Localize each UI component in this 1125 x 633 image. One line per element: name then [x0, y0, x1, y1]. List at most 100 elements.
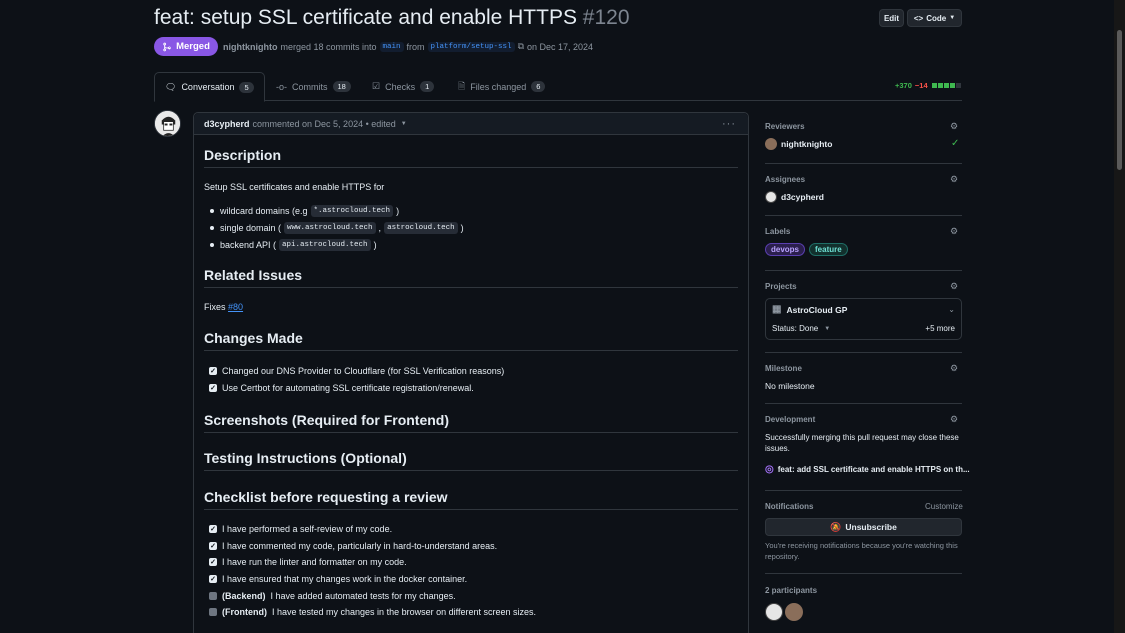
notifications-heading: Notifications [765, 502, 814, 511]
kebab-icon[interactable]: ··· [722, 118, 736, 130]
pr-title: feat: setup SSL certificate and enable H… [154, 6, 577, 29]
comment-header: d3cypherd commented on Dec 5, 2024 • edi… [194, 113, 748, 135]
divider [765, 270, 962, 271]
development-heading[interactable]: Development [765, 415, 815, 424]
checklist-item: ✓ I have ensured that my changes work in… [209, 574, 467, 584]
issue-closed-icon: ◎ [765, 464, 774, 475]
checklist-text: I have performed a self-review of my cod… [222, 524, 393, 534]
fixes-text: Fixes [204, 302, 226, 312]
tab-commits[interactable]: -o- Commits 18 [266, 72, 361, 101]
checklist-item: ✓ I have run the linter and formatter on… [209, 557, 407, 567]
checkbox-checked[interactable]: ✓ [209, 367, 217, 375]
code-span: astrocloud.tech [384, 222, 458, 234]
comment-meta[interactable]: commented on Dec 5, 2024 • edited [253, 119, 396, 129]
tab-checks[interactable]: ☑ Checks 1 [362, 72, 444, 101]
project-more[interactable]: +5 more [925, 324, 955, 333]
tab-files-changed[interactable]: 🗎 Files changed 6 [448, 72, 555, 101]
reviewer-name[interactable]: nightknighto [781, 139, 832, 149]
checkbox-checked[interactable]: ✓ [209, 558, 217, 566]
scrollbar[interactable] [1114, 0, 1125, 633]
checkbox-unchecked[interactable] [209, 608, 217, 616]
list-item-text: backend API ( [220, 240, 277, 250]
checkbox-checked[interactable]: ✓ [209, 542, 217, 550]
merge-icon [163, 42, 171, 51]
chevron-down-icon[interactable]: ▼ [401, 121, 407, 127]
copy-icon[interactable]: ⧉ [518, 41, 524, 52]
avatar-illustration [155, 111, 180, 136]
description-text: Setup SSL certificates and enable HTTPS … [204, 182, 385, 192]
code-button-label: Code [926, 13, 947, 23]
project-card: ▦ AstroCloud GP ⌄ Status: Done ▼ +5 more [765, 298, 962, 340]
tab-count: 5 [239, 81, 254, 93]
reviewers-heading[interactable]: Reviewers [765, 122, 805, 131]
divider [765, 352, 962, 353]
tab-count: 18 [332, 81, 351, 92]
additions: +370 [895, 81, 912, 90]
checklist-text: I have run the linter and formatter on m… [222, 557, 407, 567]
from-text: from [406, 41, 425, 52]
divider [765, 403, 962, 404]
checklist-text: I have commented my code, particularly i… [222, 541, 498, 551]
linked-issue[interactable]: ◎ feat: add SSL certificate and enable H… [765, 464, 970, 475]
labels-heading[interactable]: Labels [765, 227, 790, 236]
avatar[interactable] [765, 603, 783, 621]
milestone-heading[interactable]: Milestone [765, 364, 802, 373]
checklist-text: Use Certbot for automating SSL certifica… [222, 383, 474, 393]
assignee-name[interactable]: d3cypherd [781, 192, 824, 202]
base-branch[interactable]: main [379, 41, 404, 52]
project-status[interactable]: Status: Done ▼ [772, 324, 830, 333]
heading-changes-made: Changes Made [204, 330, 738, 351]
checkbox-checked[interactable]: ✓ [209, 384, 217, 392]
edit-button[interactable]: Edit [879, 9, 904, 27]
merged-by[interactable]: nightknighto [223, 42, 277, 52]
participants-list [765, 603, 803, 621]
avatar[interactable] [785, 603, 803, 621]
label-devops[interactable]: devops [765, 243, 806, 256]
gear-icon[interactable]: ⚙ [950, 414, 961, 425]
avatar[interactable] [765, 191, 777, 203]
avatar[interactable] [154, 110, 181, 137]
merge-date: on Dec 17, 2024 [527, 41, 594, 52]
files-icon: 🗎 [458, 80, 466, 91]
assignees-heading[interactable]: Assignees [765, 175, 805, 184]
checkbox-unchecked[interactable] [209, 592, 217, 600]
issue-link[interactable]: #80 [228, 302, 243, 312]
status-badge: Merged [154, 37, 218, 56]
code-button[interactable]: <> Code ▼ [907, 9, 962, 27]
unsubscribe-button[interactable]: 🔕 Unsubscribe [765, 518, 962, 536]
project-title-row[interactable]: ▦ AstroCloud GP [772, 304, 847, 315]
tab-conversation[interactable]: 🗨 Conversation 5 [154, 72, 265, 102]
linked-issue-title: feat: add SSL certificate and enable HTT… [777, 465, 970, 474]
divider [765, 490, 962, 491]
check-icon: ✓ [951, 138, 960, 149]
assignee-row: d3cypherd [765, 191, 824, 203]
scrollbar-thumb[interactable] [1117, 30, 1122, 170]
checks-icon: ☑ [372, 81, 381, 91]
label-feature[interactable]: feature [809, 243, 848, 256]
code-span: www.astrocloud.tech [284, 222, 376, 234]
divider [765, 215, 962, 216]
gear-icon[interactable]: ⚙ [950, 121, 961, 132]
checklist-prefix: (Frontend) [222, 607, 267, 617]
checkbox-checked[interactable]: ✓ [209, 525, 217, 533]
tab-label: Checks [385, 81, 416, 92]
projects-heading[interactable]: Projects [765, 282, 797, 291]
heading-related-issues: Related Issues [204, 267, 738, 288]
status-badge-label: Merged [176, 41, 210, 52]
list-item-text: single domain ( [220, 223, 282, 233]
avatar[interactable] [765, 138, 777, 150]
divider [765, 573, 962, 574]
checklist-item: ✓ I have performed a self-review of my c… [209, 524, 392, 534]
gear-icon[interactable]: ⚙ [950, 281, 961, 292]
customize-link[interactable]: Customize [925, 502, 963, 511]
chevron-down-icon[interactable]: ⌄ [948, 305, 955, 314]
gear-icon[interactable]: ⚙ [950, 363, 961, 374]
gear-icon[interactable]: ⚙ [950, 226, 961, 237]
head-branch[interactable]: platform/setup-ssl [427, 41, 515, 52]
heading-testing: Testing Instructions (Optional) [204, 450, 738, 471]
checklist-item: (Backend) I have added automated tests f… [209, 591, 456, 601]
comment-author[interactable]: d3cypherd [204, 119, 250, 129]
checklist-item: ✓ Changed our DNS Provider to Cloudflare… [209, 366, 504, 376]
checkbox-checked[interactable]: ✓ [209, 575, 217, 583]
gear-icon[interactable]: ⚙ [950, 174, 961, 185]
